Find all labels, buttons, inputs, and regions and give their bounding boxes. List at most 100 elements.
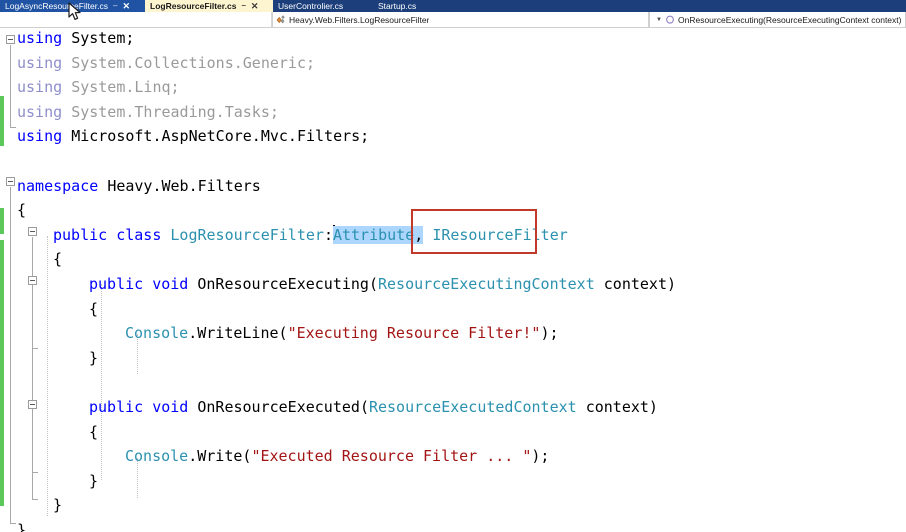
code-token: { [17,201,27,220]
code-line[interactable]: Console.Write("Executed Resource Filter … [125,444,549,469]
code-editor[interactable]: using System; using System.Collections.Ge… [0,28,906,532]
code-line[interactable]: using System; [17,28,134,51]
chevron-down-icon[interactable]: ▼ [653,17,665,23]
code-token: ); [540,324,559,343]
editor-tab-label: UserControlier.cs [278,1,344,11]
code-token: void [152,398,198,416]
fold-bracket-line [10,45,11,127]
code-token: using [17,78,72,97]
code-token: class [116,225,171,244]
fold-bracket-line [32,410,33,472]
code-token: ( [359,398,369,416]
code-token: namespace [17,176,108,195]
code-line[interactable]: public void OnResourceExecuted(ResourceE… [89,395,658,420]
code-token: Microsoft.AspNetCore.Mvc.Filters; [71,127,370,146]
code-line[interactable]: namespace Heavy.Web.Filters [17,174,261,199]
pin-icon[interactable]: – [241,0,245,12]
code-token: Heavy.Web.Filters [107,176,261,195]
editor-tab-label: LogAsyncResourceFilter.cs [5,1,108,11]
selected-token: Attribute [332,225,415,244]
fold-bracket-end [10,127,16,128]
nav-spacer [0,12,272,27]
editor-tab-2[interactable]: LogResourceFilter.cs – ✕ [145,0,273,12]
code-token: System.Linq; [71,78,180,97]
fold-toggle-namespace[interactable] [6,177,15,186]
code-token: OnResourceExecuted [197,398,360,416]
code-token: LogResourceFilter [170,225,324,244]
member-dropdown-label: OnResourceExecuting(ResourceExecutingCon… [678,14,902,25]
fold-bracket-line [10,187,11,523]
code-token: "Executed Resource Filter ... " [251,447,532,466]
code-token: } [53,496,63,515]
fold-toggle-method-executing[interactable] [28,276,37,285]
class-icon [276,14,286,25]
type-dropdown[interactable]: Heavy.Web.Filters.LogResourceFilter [272,12,649,27]
code-token: IResourceFilter [432,225,568,244]
code-token: Console [125,324,189,343]
code-line[interactable]: public class LogResourceFilter:Attribute… [53,223,568,248]
code-token: ( [368,275,378,293]
member-dropdown[interactable]: ▼ OnResourceExecuting(ResourceExecutingC… [649,12,906,27]
code-line[interactable]: } [17,518,26,532]
code-token: ); [531,447,550,466]
type-dropdown-label: Heavy.Web.Filters.LogResourceFilter [289,14,430,25]
close-icon[interactable]: ✕ [122,0,130,12]
code-line[interactable]: } [89,469,98,494]
code-line[interactable]: public void OnResourceExecuting(Resource… [89,272,676,297]
code-line[interactable]: using Microsoft.AspNetCore.Mvc.Filters; [17,124,369,149]
fold-bracket-end [32,472,38,473]
editor-tab-3[interactable]: UserControlier.cs [273,0,373,12]
method-icon [665,15,675,25]
code-token: ResourceExecutingContext [378,275,595,293]
pin-icon[interactable]: – [113,0,117,12]
code-token: context) [576,398,658,416]
fold-toggle-class[interactable] [28,227,37,236]
editor-tab-4[interactable]: Startup.cs [373,0,473,12]
change-bar-green [0,96,4,146]
code-line[interactable]: using System.Threading.Tasks; [17,100,279,125]
code-token: using [17,127,72,146]
editor-tab-1[interactable]: LogAsyncResourceFilter.cs – ✕ [0,0,145,12]
code-token: .WriteLine( [188,324,288,343]
code-line[interactable]: { [53,247,62,272]
code-token: } [17,521,27,532]
code-token: Console [125,447,189,466]
editor-tab-label: Startup.cs [378,1,417,11]
code-token: System.Threading.Tasks; [71,102,279,121]
editor-tab-label: LogResourceFilter.cs [150,1,237,11]
change-bar-green [0,208,4,234]
selected-token: , [414,225,424,244]
code-token: context) [594,275,677,293]
fold-bracket-line [32,286,33,348]
editor-tab-bar: LogAsyncResourceFilter.cs – ✕ LogResourceFi… [0,0,906,12]
code-line[interactable]: Console.WriteLine("Executing Resource Fi… [125,321,559,346]
code-token: using [17,53,72,72]
change-bar-green [0,240,4,506]
code-line[interactable]: { [17,198,26,223]
code-token: public [89,398,153,416]
code-line[interactable]: { [89,420,98,445]
indent-guide [101,284,103,480]
code-token: OnResourceExecuting [197,275,369,293]
code-token: using [17,29,72,47]
code-token: public [89,275,153,293]
navigation-bar: Heavy.Web.Filters.LogResourceFilter ▼ On… [0,12,906,28]
fold-toggle-usings[interactable] [6,35,15,44]
code-token: { [89,299,99,318]
code-token: { [53,250,63,269]
fold-bracket-end [32,348,38,349]
code-token: using [17,102,72,121]
fold-bracket-end [10,523,16,524]
code-token: ResourceExecutedContext [368,398,577,416]
code-line[interactable]: using System.Linq; [17,75,180,100]
code-line[interactable]: { [89,297,98,322]
code-line[interactable]: } [89,346,98,371]
code-line[interactable]: } [53,493,62,518]
code-token: } [89,348,99,367]
close-icon[interactable]: ✕ [251,0,259,12]
code-line[interactable]: using System.Collections.Generic; [17,51,315,76]
code-token: public [53,225,117,244]
indent-guide [47,236,49,516]
fold-toggle-method-executed[interactable] [28,400,37,409]
